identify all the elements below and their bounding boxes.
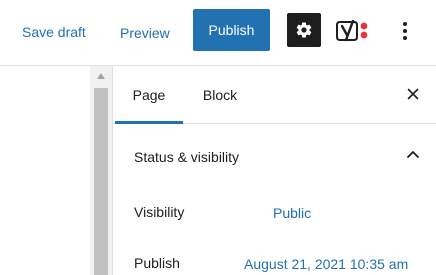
panel-title: Status & visibility <box>134 149 240 165</box>
vertical-ellipsis-icon <box>403 22 407 40</box>
editor-header-toolbar: Save draft Preview Publish <box>0 0 436 65</box>
close-sidebar-button[interactable] <box>403 84 423 104</box>
settings-button[interactable] <box>287 13 321 47</box>
settings-sidebar: Page Block Status & visibility Visibilit… <box>112 66 436 275</box>
scroll-up-arrow-icon[interactable] <box>90 66 112 86</box>
scrollbar-thumb[interactable] <box>94 88 108 275</box>
chevron-up-icon <box>407 151 419 158</box>
status-visibility-panel-toggle[interactable]: Status & visibility <box>113 124 436 184</box>
close-icon <box>407 88 419 100</box>
tab-page[interactable]: Page <box>113 66 185 123</box>
sidebar-tabs: Page Block <box>113 66 436 124</box>
yoast-seo-button[interactable] <box>334 15 378 47</box>
yoast-icon <box>336 19 368 42</box>
content-scrollbar[interactable] <box>90 66 112 275</box>
visibility-toggle-link[interactable]: Public <box>273 204 311 222</box>
save-draft-button[interactable]: Save draft <box>22 23 86 41</box>
preview-button[interactable]: Preview <box>120 24 170 42</box>
publish-button[interactable]: Publish <box>193 9 270 51</box>
publish-date-link[interactable]: August 21, 2021 10:35 am <box>244 255 408 273</box>
editor-window: Save draft Preview Publish Page Block St… <box>0 0 436 275</box>
gear-icon <box>296 22 312 38</box>
visibility-label: Visibility <box>134 204 185 220</box>
tab-block[interactable]: Block <box>185 66 255 123</box>
publish-date-label: Publish <box>134 255 180 271</box>
more-options-button[interactable] <box>395 15 415 47</box>
